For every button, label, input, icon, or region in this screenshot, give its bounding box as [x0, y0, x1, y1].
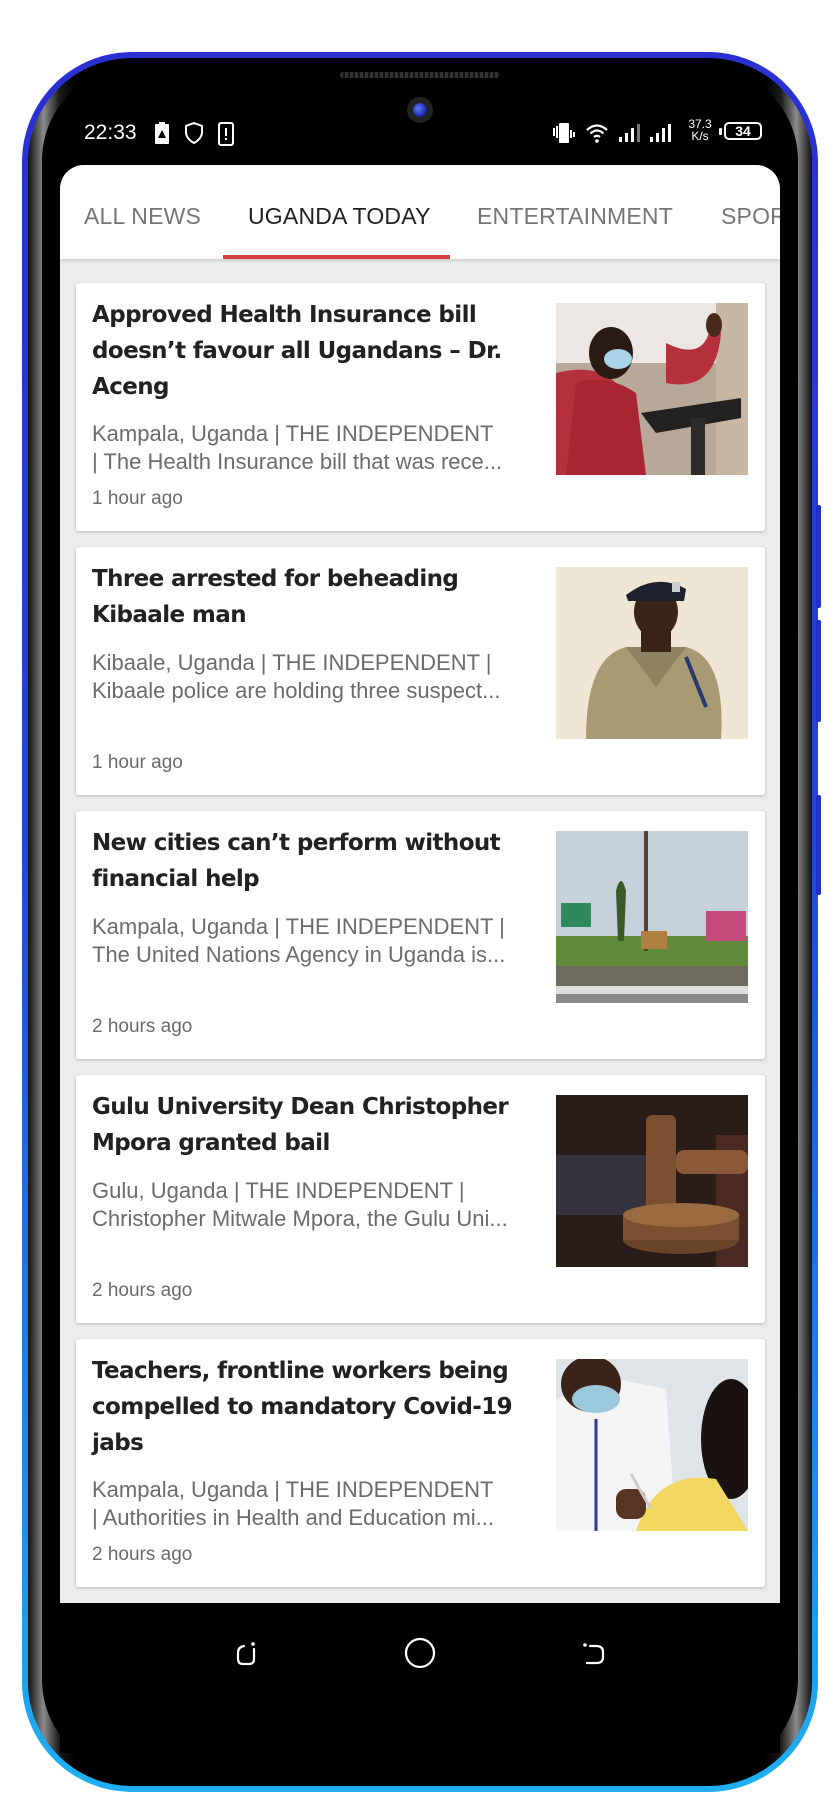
- power-button: [816, 795, 821, 895]
- earpiece-speaker: [340, 72, 500, 78]
- vibrate-icon: [553, 123, 575, 143]
- tab-sports[interactable]: SPORTS: [721, 203, 780, 230]
- battery-alert-icon: [155, 122, 169, 144]
- article-thumbnail[interactable]: [556, 303, 748, 475]
- article-card[interactable]: Approved Health Insurance bill doesn’t f…: [76, 283, 765, 531]
- article-title[interactable]: Approved Health Insurance bill doesn’t f…: [92, 297, 542, 405]
- recents-icon[interactable]: [228, 1635, 264, 1671]
- article-summary-line: Christopher Mitwale Mpora, the Gulu Uni.…: [92, 1206, 508, 1231]
- article-title[interactable]: New cities can’t perform without financi…: [92, 825, 542, 897]
- article-title[interactable]: Gulu University Dean Christopher Mpora g…: [92, 1089, 542, 1161]
- tab-entertainment[interactable]: ENTERTAINMENT: [477, 203, 673, 230]
- signal-icon: [619, 124, 640, 142]
- article-card[interactable]: Teachers, frontline workers being compel…: [76, 1339, 765, 1587]
- article-summary-line: Gulu, Uganda | THE INDEPENDENT |: [92, 1178, 465, 1203]
- article-title[interactable]: Three arrested for beheading Kibaale man: [92, 561, 542, 633]
- battery-indicator: 34: [719, 122, 762, 140]
- article-summary-line: | The Health Insurance bill that was rec…: [92, 449, 503, 474]
- article-card[interactable]: Three arrested for beheading Kibaale man…: [76, 547, 765, 795]
- article-summary-line: The United Nations Agency in Uganda is..…: [92, 942, 506, 967]
- article-summary: Kibaale, Uganda | THE INDEPENDENT | Kiba…: [92, 649, 542, 705]
- category-tab-bar: ALL NEWS UGANDA TODAY ENTERTAINMENT SPOR…: [60, 165, 780, 259]
- article-time: 1 hour ago: [92, 752, 183, 773]
- wifi-icon: [586, 124, 608, 143]
- article-card[interactable]: New cities can’t perform without financi…: [76, 811, 765, 1059]
- article-time: 2 hours ago: [92, 1016, 193, 1037]
- signal-icon: [650, 124, 671, 142]
- article-summary-line: Kibaale police are holding three suspect…: [92, 678, 501, 703]
- article-summary-line: Kibaale, Uganda | THE INDEPENDENT |: [92, 650, 492, 675]
- article-thumbnail[interactable]: [556, 831, 748, 1003]
- article-title[interactable]: Teachers, frontline workers being compel…: [92, 1353, 542, 1461]
- article-summary: Kampala, Uganda | THE INDEPENDENT | Auth…: [92, 1476, 542, 1532]
- volume-down-button: [816, 620, 821, 722]
- system-navigation-bar: [60, 1603, 780, 1753]
- article-thumbnail[interactable]: [556, 1095, 748, 1267]
- article-summary: Kampala, Uganda | THE INDEPENDENT | The …: [92, 420, 542, 476]
- volume-up-button: [816, 505, 821, 608]
- article-thumbnail[interactable]: [556, 567, 748, 739]
- tab-uganda-today[interactable]: UGANDA TODAY: [248, 203, 431, 230]
- article-time: 1 hour ago: [92, 488, 183, 509]
- article-summary: Kampala, Uganda | THE INDEPENDENT | The …: [92, 913, 542, 969]
- back-icon[interactable]: [576, 1635, 612, 1671]
- status-time: 22:33: [84, 121, 137, 144]
- article-card[interactable]: Gulu University Dean Christopher Mpora g…: [76, 1075, 765, 1323]
- article-summary-line: | Authorities in Health and Education mi…: [92, 1505, 494, 1530]
- article-time: 2 hours ago: [92, 1280, 193, 1301]
- article-summary: Gulu, Uganda | THE INDEPENDENT | Christo…: [92, 1177, 542, 1233]
- home-icon[interactable]: [402, 1635, 438, 1671]
- status-bar: 22:33 37.3 K/s 34: [84, 114, 764, 150]
- network-speed: 37.3 K/s: [684, 118, 716, 142]
- article-time: 2 hours ago: [92, 1544, 193, 1565]
- tab-all-news[interactable]: ALL NEWS: [84, 203, 201, 230]
- active-tab-indicator: [223, 255, 450, 259]
- article-summary-line: Kampala, Uganda | THE INDEPENDENT |: [92, 914, 505, 939]
- article-summary-line: Kampala, Uganda | THE INDEPENDENT: [92, 421, 494, 446]
- app-screen: ALL NEWS UGANDA TODAY ENTERTAINMENT SPOR…: [60, 165, 780, 1603]
- shield-icon: [185, 122, 203, 144]
- network-speed-unit: K/s: [691, 129, 709, 143]
- article-summary-line: Kampala, Uganda | THE INDEPENDENT: [92, 1477, 494, 1502]
- article-thumbnail[interactable]: [556, 1359, 748, 1531]
- phone-alert-icon: [218, 122, 234, 146]
